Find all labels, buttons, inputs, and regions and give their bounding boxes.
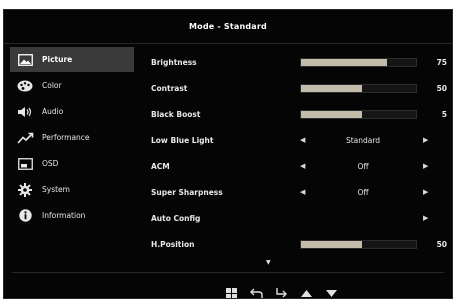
color-palette-icon xyxy=(16,79,34,93)
sidebar-item-information[interactable]: Information xyxy=(10,203,134,228)
footer-divider xyxy=(12,272,444,273)
setting-label: Black Boost xyxy=(151,109,201,119)
gear-icon xyxy=(16,182,34,197)
setting-label: Contrast xyxy=(151,83,188,93)
performance-chart-icon xyxy=(16,131,34,145)
h-position-slider[interactable] xyxy=(300,239,417,249)
brightness-slider-fill xyxy=(301,58,388,66)
sidebar-item-label: Performance xyxy=(42,133,90,142)
osd-window-icon xyxy=(16,157,34,171)
sidebar-item-audio[interactable]: Audio xyxy=(10,99,134,124)
footer-button-bar xyxy=(224,287,338,298)
back-icon[interactable] xyxy=(249,287,263,298)
setting-acm[interactable]: ACM ◀ Off ▶ xyxy=(149,153,449,179)
sidebar-item-color[interactable]: Color xyxy=(10,73,134,98)
sidebar-item-system[interactable]: System xyxy=(10,177,134,202)
sidebar: Picture Color Audio Performance OSD Syst… xyxy=(10,47,134,229)
enter-icon[interactable] xyxy=(274,287,288,298)
sidebar-item-label: Color xyxy=(42,81,62,90)
setting-super-sharpness[interactable]: Super Sharpness ◀ Off ▶ xyxy=(149,179,449,205)
h-position-value: 50 xyxy=(436,239,447,249)
osd-panel: Mode - Standard Picture Color Audio Perf… xyxy=(3,9,453,299)
setting-label: Super Sharpness xyxy=(151,187,223,197)
setting-black-boost[interactable]: Black Boost 5 xyxy=(149,101,449,127)
setting-auto-config[interactable]: Auto Config ▶ xyxy=(149,205,449,231)
mode-title: Mode - Standard xyxy=(189,22,267,31)
super-sharpness-value: Off xyxy=(357,187,369,197)
info-icon xyxy=(16,209,34,223)
black-boost-slider[interactable] xyxy=(300,109,417,119)
sidebar-item-label: Picture xyxy=(42,55,73,64)
setting-brightness[interactable]: Brightness 75 xyxy=(149,49,449,75)
brightness-value: 75 xyxy=(436,57,447,67)
scroll-down-icon[interactable]: ▼ xyxy=(266,259,271,266)
sidebar-item-osd[interactable]: OSD xyxy=(10,151,134,176)
contrast-slider[interactable] xyxy=(300,83,417,93)
low-blue-light-value: Standard xyxy=(345,135,381,145)
page-title: Mode - Standard xyxy=(4,10,452,44)
setting-label: Auto Config xyxy=(151,213,201,223)
setting-contrast[interactable]: Contrast 50 xyxy=(149,75,449,101)
monitor-osd-screen: Mode - Standard Picture Color Audio Perf… xyxy=(0,0,456,302)
sidebar-item-label: Audio xyxy=(42,107,64,116)
contrast-value: 50 xyxy=(436,83,447,93)
sidebar-item-picture[interactable]: Picture xyxy=(10,47,134,72)
setting-label: ACM xyxy=(151,161,170,171)
h-position-slider-fill xyxy=(301,240,362,248)
black-boost-value: 5 xyxy=(441,109,447,119)
setting-label: Low Blue Light xyxy=(151,135,214,145)
contrast-slider-fill xyxy=(301,84,362,92)
black-boost-slider-fill xyxy=(301,110,362,118)
down-arrow-icon[interactable] xyxy=(324,287,338,298)
sidebar-item-label: System xyxy=(42,185,70,194)
menu-grid-icon[interactable] xyxy=(224,287,238,298)
sidebar-item-label: OSD xyxy=(42,159,59,168)
sidebar-item-label: Information xyxy=(42,211,86,220)
brightness-slider[interactable] xyxy=(300,57,417,67)
picture-icon xyxy=(16,53,34,67)
setting-label: Brightness xyxy=(151,57,197,67)
sidebar-item-performance[interactable]: Performance xyxy=(10,125,134,150)
picture-settings-list: Brightness 75 Contrast 50 Black Boost 5 xyxy=(149,49,449,257)
right-arrow-icon[interactable]: ▶ xyxy=(423,162,428,170)
setting-label: H.Position xyxy=(151,239,195,249)
right-arrow-icon[interactable]: ▶ xyxy=(423,188,428,196)
speaker-icon xyxy=(16,105,34,119)
setting-h-position[interactable]: H.Position 50 xyxy=(149,231,449,257)
right-arrow-icon[interactable]: ▶ xyxy=(423,136,428,144)
right-arrow-icon[interactable]: ▶ xyxy=(423,214,428,222)
setting-low-blue-light[interactable]: Low Blue Light ◀ Standard ▶ xyxy=(149,127,449,153)
up-arrow-icon[interactable] xyxy=(299,287,313,298)
acm-value: Off xyxy=(357,161,369,171)
